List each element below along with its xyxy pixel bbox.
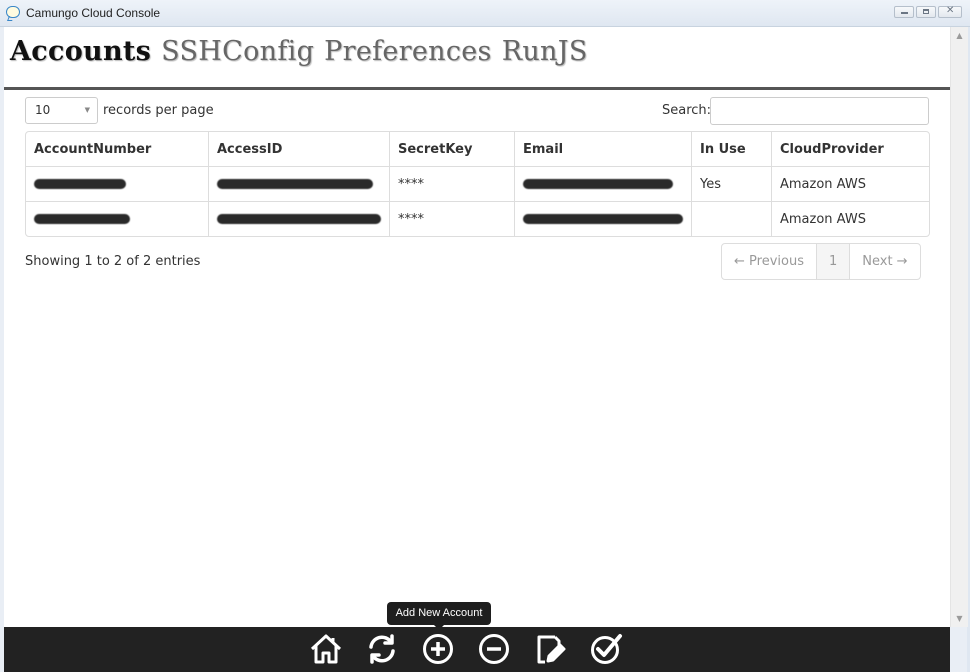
- add-icon[interactable]: [421, 632, 455, 666]
- redacted-access-id: [217, 214, 381, 224]
- entries-info: Showing 1 to 2 of 2 entries: [25, 254, 201, 269]
- tab-runjs[interactable]: RunJS: [502, 36, 588, 67]
- tab-accounts[interactable]: Accounts: [10, 36, 151, 67]
- minimize-icon[interactable]: [894, 6, 914, 18]
- cloud-provider-cell: Amazon AWS: [771, 167, 929, 201]
- in-use-cell: [691, 201, 771, 236]
- window-controls: [894, 5, 962, 18]
- column-header-access-id[interactable]: AccessID: [208, 132, 389, 167]
- close-icon[interactable]: [938, 5, 962, 18]
- window-title: Camungo Cloud Console: [26, 6, 161, 20]
- chevron-down-icon: ▼: [84, 106, 90, 114]
- column-header-secret-key[interactable]: SecretKey: [389, 132, 514, 167]
- check-icon[interactable]: [589, 632, 623, 666]
- home-icon[interactable]: [309, 632, 343, 666]
- nav-tabs: Accounts SSHConfig Preferences RunJS: [10, 36, 588, 67]
- account-number-cell: [26, 167, 208, 201]
- scroll-down-icon[interactable]: ▼: [951, 610, 968, 627]
- accounts-table: AccountNumber AccessID SecretKey Email I…: [25, 131, 930, 237]
- search-input[interactable]: [710, 97, 929, 125]
- previous-page-button[interactable]: ← Previous: [722, 244, 816, 279]
- table-header-row: AccountNumber AccessID SecretKey Email I…: [26, 132, 929, 167]
- tab-preferences[interactable]: Preferences: [324, 36, 492, 67]
- access-id-cell: [208, 201, 389, 236]
- pagination: ← Previous 1 Next →: [721, 243, 921, 280]
- refresh-icon[interactable]: [365, 632, 399, 666]
- secret-key-cell: ****: [389, 201, 514, 236]
- page-1-button[interactable]: 1: [815, 244, 850, 279]
- vertical-scrollbar[interactable]: ▲ ▼: [950, 27, 968, 627]
- redacted-email: [523, 179, 673, 189]
- in-use-cell: Yes: [691, 167, 771, 201]
- records-per-page-value: 10: [35, 103, 51, 117]
- page-header: Accounts SSHConfig Preferences RunJS: [4, 27, 950, 90]
- tooltip: Add New Account: [387, 602, 491, 630]
- maximize-icon[interactable]: [916, 6, 936, 18]
- bottom-toolbar: [4, 627, 950, 672]
- scroll-up-icon[interactable]: ▲: [951, 27, 968, 44]
- column-header-cloud-provider[interactable]: CloudProvider: [771, 132, 929, 167]
- column-header-account-number[interactable]: AccountNumber: [26, 132, 208, 167]
- table-row[interactable]: **** Yes Amazon AWS: [26, 167, 929, 201]
- search-label: Search:: [662, 103, 712, 118]
- records-per-page-select[interactable]: 10 ▼: [25, 97, 98, 124]
- column-header-email[interactable]: Email: [514, 132, 691, 167]
- access-id-cell: [208, 167, 389, 201]
- table-row[interactable]: **** Amazon AWS: [26, 201, 929, 236]
- records-per-page-label: records per page: [103, 103, 214, 118]
- email-cell: [514, 167, 691, 201]
- window-titlebar: Camungo Cloud Console: [0, 0, 970, 27]
- email-cell: [514, 201, 691, 236]
- column-header-in-use[interactable]: In Use: [691, 132, 771, 167]
- redacted-email: [523, 214, 683, 224]
- remove-icon[interactable]: [477, 632, 511, 666]
- edit-icon[interactable]: [533, 632, 567, 666]
- app-logo-icon: [6, 6, 20, 18]
- redacted-account-number: [34, 179, 126, 189]
- app-content: Accounts SSHConfig Preferences RunJS 10 …: [4, 27, 950, 672]
- secret-key-cell: ****: [389, 167, 514, 201]
- redacted-access-id: [217, 179, 373, 189]
- account-number-cell: [26, 201, 208, 236]
- redacted-account-number: [34, 214, 130, 224]
- cloud-provider-cell: Amazon AWS: [771, 201, 929, 236]
- tab-sshconfig[interactable]: SSHConfig: [161, 36, 314, 67]
- next-page-button[interactable]: Next →: [849, 244, 919, 279]
